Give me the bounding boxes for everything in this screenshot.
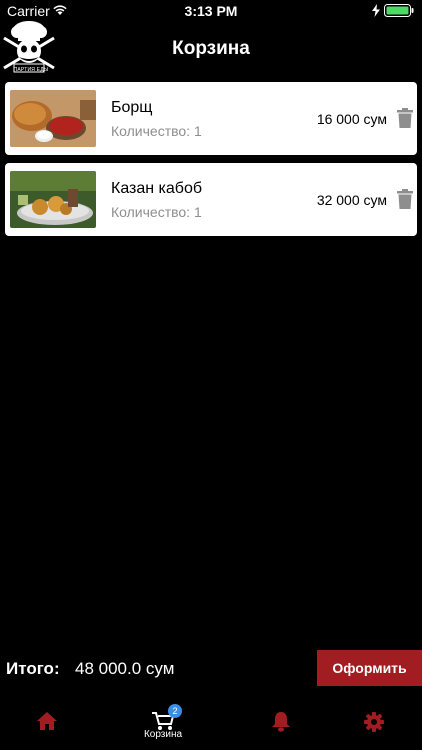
item-price: 32 000 сум	[316, 192, 387, 208]
checkout-button[interactable]: Оформить	[317, 650, 422, 686]
borscht-image	[10, 90, 96, 147]
tab-notifications[interactable]	[246, 700, 316, 750]
total-row: Итого: 48 000.0 сум Оформить	[0, 650, 422, 686]
status-bar: Carrier 3:13 PM	[0, 0, 422, 22]
gear-icon	[364, 712, 384, 732]
item-quantity: Количество: 1	[111, 204, 202, 220]
tab-home[interactable]	[12, 700, 82, 750]
tab-label: Корзина	[143, 729, 183, 740]
charging-icon	[372, 4, 380, 17]
battery-icon	[384, 4, 414, 17]
cart-badge: 2	[168, 704, 182, 718]
bell-icon	[272, 712, 290, 732]
kazan-kabob-image	[10, 171, 96, 228]
home-icon	[37, 712, 57, 730]
logo-text: ПАРТИЯ ЕДЫ	[13, 67, 49, 73]
item-name: Казан кабоб	[111, 180, 203, 197]
tab-bar: 2 Корзина	[0, 700, 422, 750]
total-label: Итого:	[6, 659, 60, 678]
clock-label: 3:13 PM	[184, 3, 238, 19]
trash-icon[interactable]	[397, 108, 413, 128]
page-title: Корзина	[172, 38, 250, 59]
item-quantity: Количество: 1	[111, 123, 202, 139]
tab-settings[interactable]	[339, 700, 409, 750]
cart-item[interactable]: Казан кабоб Количество: 1 32 000 сум	[5, 163, 417, 236]
total-value: 48 000.0 сум	[75, 659, 175, 678]
item-name: Борщ	[111, 99, 153, 116]
cart-item[interactable]: Борщ Количество: 1 16 000 сум	[5, 82, 417, 155]
trash-icon[interactable]	[397, 189, 413, 209]
tab-cart[interactable]: 2 Корзина	[128, 700, 198, 750]
item-price: 16 000 сум	[316, 111, 387, 127]
